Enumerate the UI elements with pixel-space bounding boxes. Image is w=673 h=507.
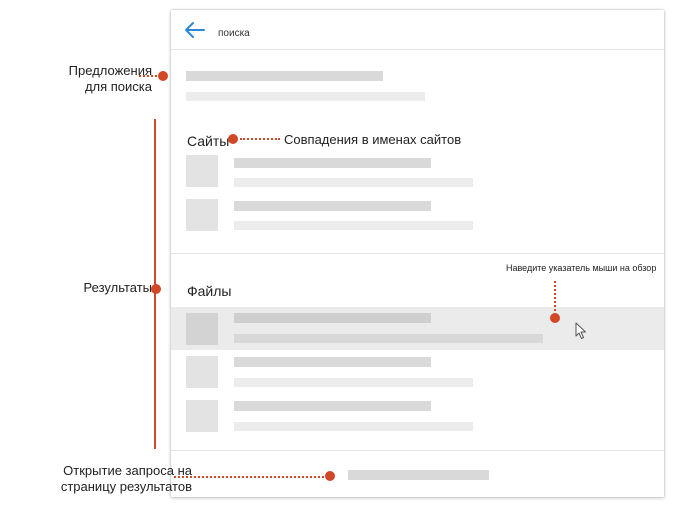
site-subtitle-placeholder — [234, 178, 473, 187]
file-thumbnail — [186, 313, 218, 345]
site-title-placeholder[interactable] — [234, 201, 431, 211]
section-divider — [171, 253, 664, 254]
file-row-hovered[interactable] — [171, 307, 664, 350]
sites-heading: Сайты — [187, 133, 230, 149]
site-thumbnail — [186, 199, 218, 231]
cursor-icon — [575, 322, 586, 339]
suggestions-annotation: Предложения для поиска — [68, 63, 152, 94]
site-thumbnail — [186, 155, 218, 187]
suggestions-connector — [139, 75, 157, 77]
file-title-placeholder — [234, 313, 431, 323]
site-matches-marker — [228, 134, 238, 144]
header-divider — [171, 49, 664, 50]
file-subtitle-placeholder — [234, 334, 543, 343]
file-title-placeholder[interactable] — [234, 401, 431, 411]
open-query-annotation: Открытие запроса на страницу результатов — [60, 463, 192, 494]
open-query-marker — [325, 471, 335, 481]
open-query-connector — [174, 476, 324, 478]
site-subtitle-placeholder — [234, 221, 473, 230]
results-marker — [151, 284, 161, 294]
file-subtitle-placeholder — [234, 422, 473, 431]
back-arrow-icon[interactable] — [184, 21, 206, 39]
file-subtitle-placeholder — [234, 378, 473, 387]
files-heading: Файлы — [187, 283, 232, 299]
hover-preview-marker — [550, 313, 560, 323]
site-title-placeholder[interactable] — [234, 158, 431, 168]
suggestion-placeholder-2[interactable] — [186, 92, 425, 101]
search-query-text[interactable]: поиска — [218, 28, 250, 39]
file-thumbnail — [186, 356, 218, 388]
results-annotation: Результаты — [83, 280, 152, 295]
suggestion-placeholder-1[interactable] — [186, 71, 383, 81]
footer-divider — [171, 450, 664, 451]
file-thumbnail — [186, 400, 218, 432]
hover-preview-annotation: Наведите указатель мыши на обзор — [506, 263, 657, 273]
suggestions-marker — [158, 71, 168, 81]
hover-preview-connector — [554, 281, 556, 311]
show-all-results-placeholder[interactable] — [348, 470, 489, 480]
site-matches-annotation: Совпадения в именах сайтов — [284, 132, 462, 147]
site-matches-connector — [240, 138, 280, 140]
file-title-placeholder[interactable] — [234, 357, 431, 367]
